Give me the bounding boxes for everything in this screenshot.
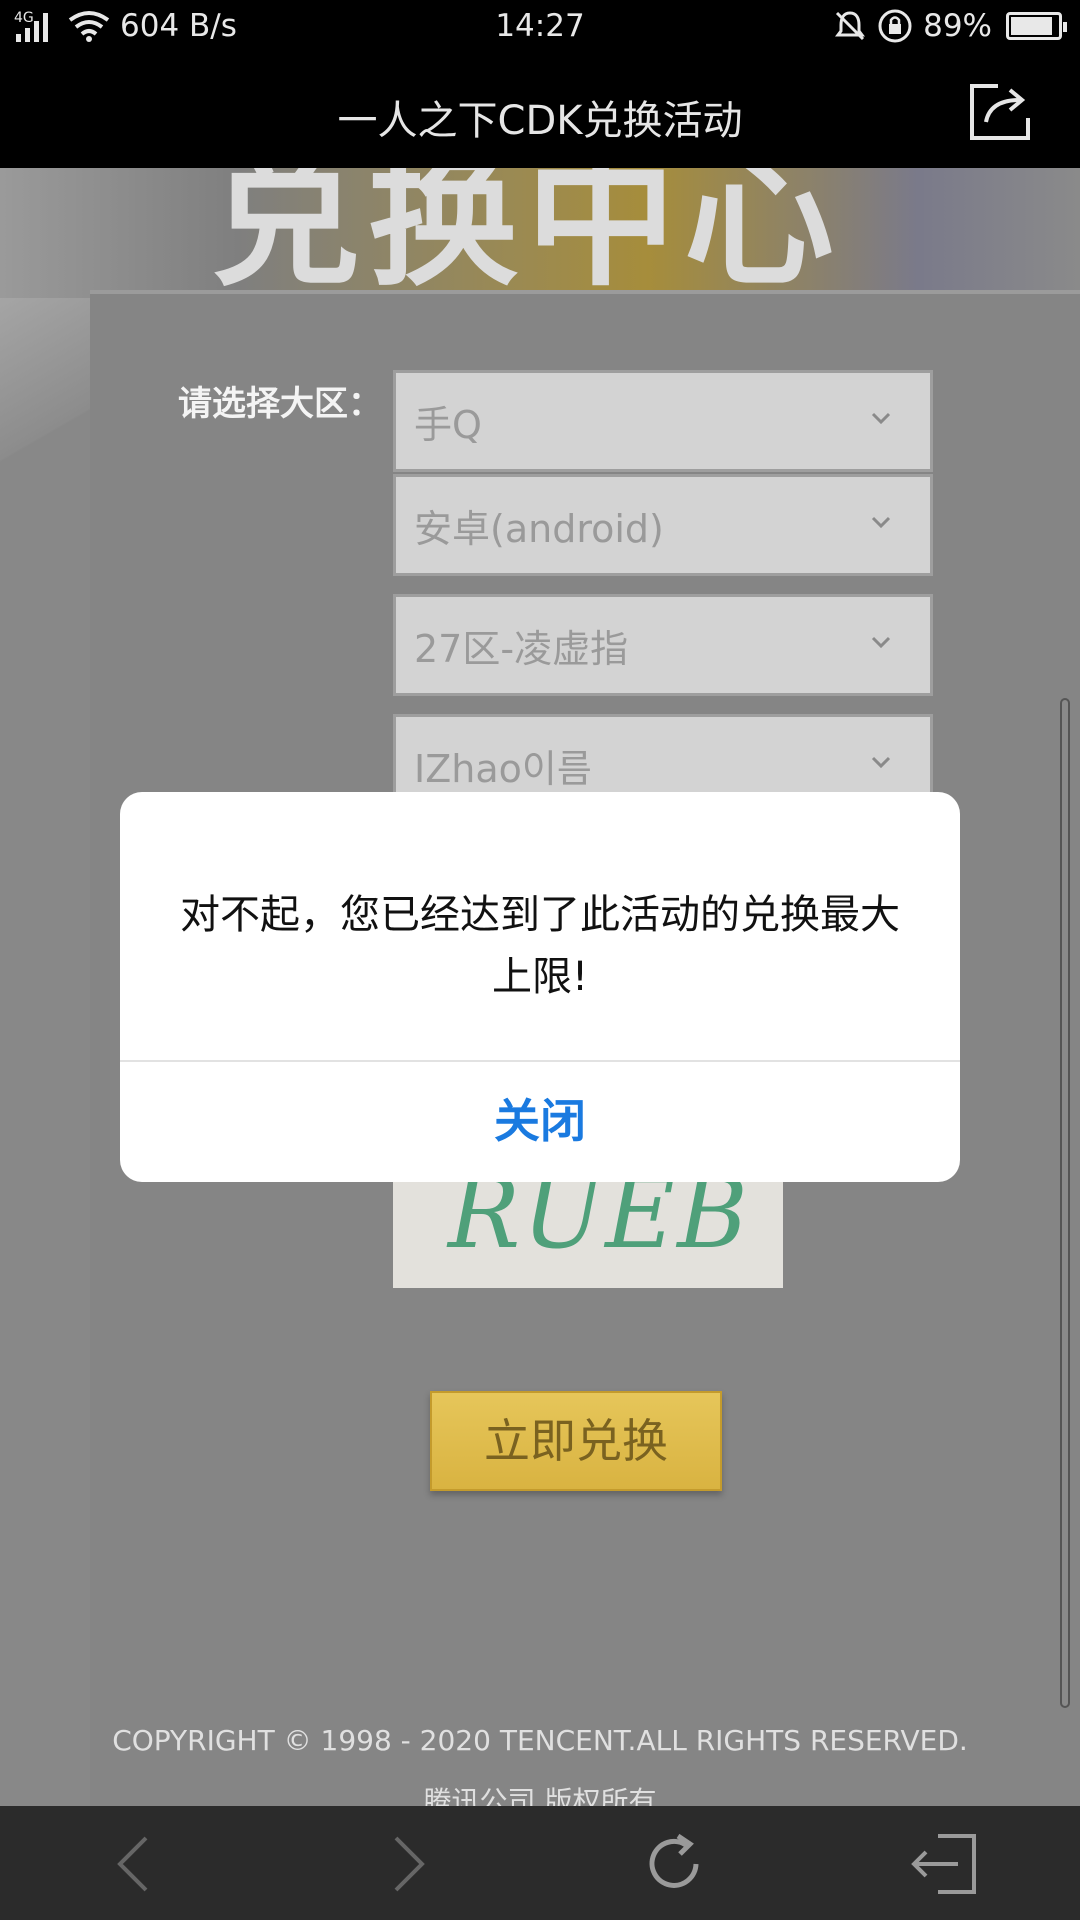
select-server[interactable]: 27区-凌虚指 <box>393 594 933 696</box>
status-bar: 4G 604 B/s 14:27 89% <box>0 0 1080 56</box>
alert-dialog: 对不起，您已经达到了此活动的兑换最大上限! 关闭 <box>120 792 960 1182</box>
dialog-message: 对不起，您已经达到了此活动的兑换最大上限! <box>180 892 900 1000</box>
select-os[interactable]: 安卓(android) <box>393 474 933 576</box>
exit-icon[interactable] <box>908 1828 980 1900</box>
copyright-text: COPYRIGHT © 1998 - 2020 TENCENT.ALL RIGH… <box>112 1724 968 1757</box>
battery-icon <box>1006 12 1067 40</box>
share-icon[interactable] <box>968 80 1032 142</box>
chevron-down-icon <box>871 516 891 529</box>
select-platform-value: 手Q <box>414 402 482 447</box>
battery-percent: 89% <box>923 8 992 44</box>
status-right: 89% <box>833 8 1067 44</box>
title-bar: 一人之下CDK兑换活动 <box>0 56 1080 168</box>
page-title: 一人之下CDK兑换活动 <box>337 98 743 144</box>
battery-fill <box>1011 17 1052 35</box>
mute-icon <box>835 11 866 41</box>
forward-icon[interactable] <box>370 1828 442 1900</box>
select-platform[interactable]: 手Q <box>393 370 933 472</box>
select-os-value: 安卓(android) <box>414 506 664 551</box>
scrollbar[interactable] <box>1060 698 1070 1708</box>
lock-rotation-icon <box>878 9 912 43</box>
refresh-icon[interactable] <box>638 1828 710 1900</box>
back-icon[interactable] <box>100 1828 172 1900</box>
redeem-button[interactable]: 立即兑换 <box>430 1391 722 1491</box>
bottom-nav <box>0 1806 1080 1920</box>
chevron-down-icon <box>871 756 891 769</box>
chevron-down-icon <box>871 636 891 649</box>
dialog-close-button[interactable]: 关闭 <box>120 1062 960 1182</box>
chevron-down-icon <box>871 412 891 425</box>
copyright-text-cn: 腾讯公司 版权所有 <box>423 1785 657 1806</box>
select-character-value: IZhao이름 <box>414 746 592 791</box>
region-label: 请选择大区： <box>178 384 382 424</box>
select-server-value: 27区-凌虚指 <box>414 626 629 671</box>
